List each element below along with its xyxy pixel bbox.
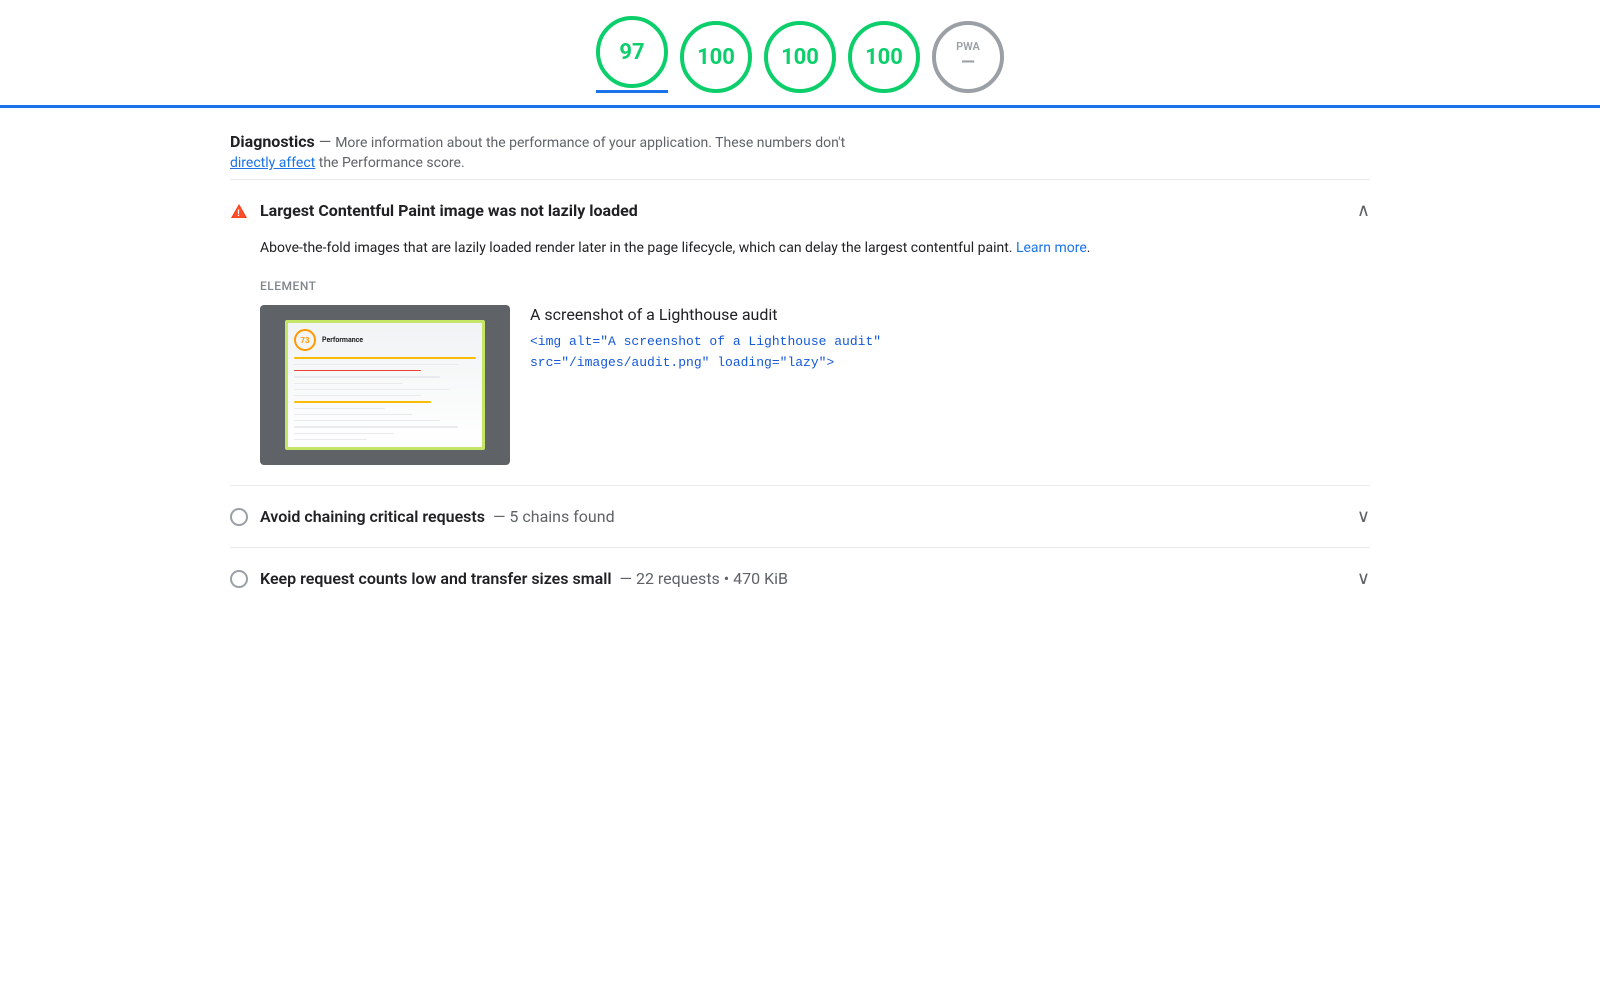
score-best-practices[interactable]: 100 <box>764 21 836 93</box>
element-thumbnail: 73 Performance <box>260 305 510 465</box>
score-circle-performance: 97 <box>596 16 668 88</box>
element-row: 73 Performance <box>260 305 1370 465</box>
audit-request-counts: Keep request counts low and transfer siz… <box>230 547 1370 609</box>
audit-lcp-chevron[interactable]: ∧ <box>1357 200 1370 221</box>
neutral-icon-critical <box>230 508 248 526</box>
neutral-icon-requests <box>230 570 248 588</box>
lh-thumb-score: 73 <box>294 329 316 351</box>
audit-request-counts-chevron[interactable]: ∨ <box>1357 568 1370 589</box>
audit-header-left: ! Largest Contentful Paint image was not… <box>230 201 638 220</box>
element-code: <img alt="A screenshot of a Lighthouse a… <box>530 332 1370 374</box>
element-info: A screenshot of a Lighthouse audit <img … <box>530 305 1370 374</box>
score-pwa[interactable]: PWA — <box>932 21 1004 93</box>
lh-thumb: 73 Performance <box>288 323 482 447</box>
score-accessibility[interactable]: 100 <box>680 21 752 93</box>
diagnostics-title: Diagnostics — More information about the… <box>230 132 1370 151</box>
learn-more-link[interactable]: Learn more <box>1016 240 1087 256</box>
element-name: A screenshot of a Lighthouse audit <box>530 305 1370 324</box>
audit-lcp-description: Above-the-fold images that are lazily lo… <box>260 237 1370 259</box>
score-circle-accessibility: 100 <box>680 21 752 93</box>
audit-critical-requests-header[interactable]: Avoid chaining critical requests — 5 cha… <box>230 506 1370 527</box>
audit-critical-requests-left: Avoid chaining critical requests — 5 cha… <box>230 507 615 526</box>
score-performance[interactable]: 97 <box>596 16 668 93</box>
audit-lcp-title: Largest Contentful Paint image was not l… <box>260 201 638 220</box>
active-tab-underline <box>596 90 668 93</box>
score-seo[interactable]: 100 <box>848 21 920 93</box>
score-circle-best-practices: 100 <box>764 21 836 93</box>
score-bar: 97 100 100 100 PWA — <box>0 0 1600 108</box>
diagnostics-link-row: directly affect the Performance score. <box>230 155 1370 171</box>
audit-critical-requests: Avoid chaining critical requests — 5 cha… <box>230 485 1370 547</box>
audit-critical-requests-chevron[interactable]: ∨ <box>1357 506 1370 527</box>
score-circle-pwa: PWA — <box>932 21 1004 93</box>
warning-icon: ! <box>230 202 248 220</box>
audit-request-counts-left: Keep request counts low and transfer siz… <box>230 569 788 588</box>
lh-thumb-header: 73 Performance <box>294 329 476 351</box>
audit-lcp-body: Above-the-fold images that are lazily lo… <box>230 237 1370 465</box>
audit-lcp-header[interactable]: ! Largest Contentful Paint image was not… <box>230 200 1370 221</box>
directly-affect-link[interactable]: directly affect <box>230 155 315 171</box>
audit-request-counts-header[interactable]: Keep request counts low and transfer siz… <box>230 568 1370 589</box>
audit-request-counts-title: Keep request counts low and transfer siz… <box>260 569 788 588</box>
audit-critical-requests-detail: — 5 chains found <box>489 507 615 526</box>
audit-request-counts-detail: — 22 requests • 470 KiB <box>616 569 788 588</box>
audit-critical-requests-title: Avoid chaining critical requests — 5 cha… <box>260 507 615 526</box>
score-circle-seo: 100 <box>848 21 920 93</box>
svg-text:!: ! <box>237 208 240 218</box>
thumbnail-inner: 73 Performance <box>285 320 485 450</box>
audit-lcp-lazy-load: ! Largest Contentful Paint image was not… <box>230 179 1370 485</box>
element-label: Element <box>260 279 1370 293</box>
diagnostics-section: Diagnostics — More information about the… <box>230 108 1370 179</box>
main-content: Diagnostics — More information about the… <box>150 108 1450 609</box>
